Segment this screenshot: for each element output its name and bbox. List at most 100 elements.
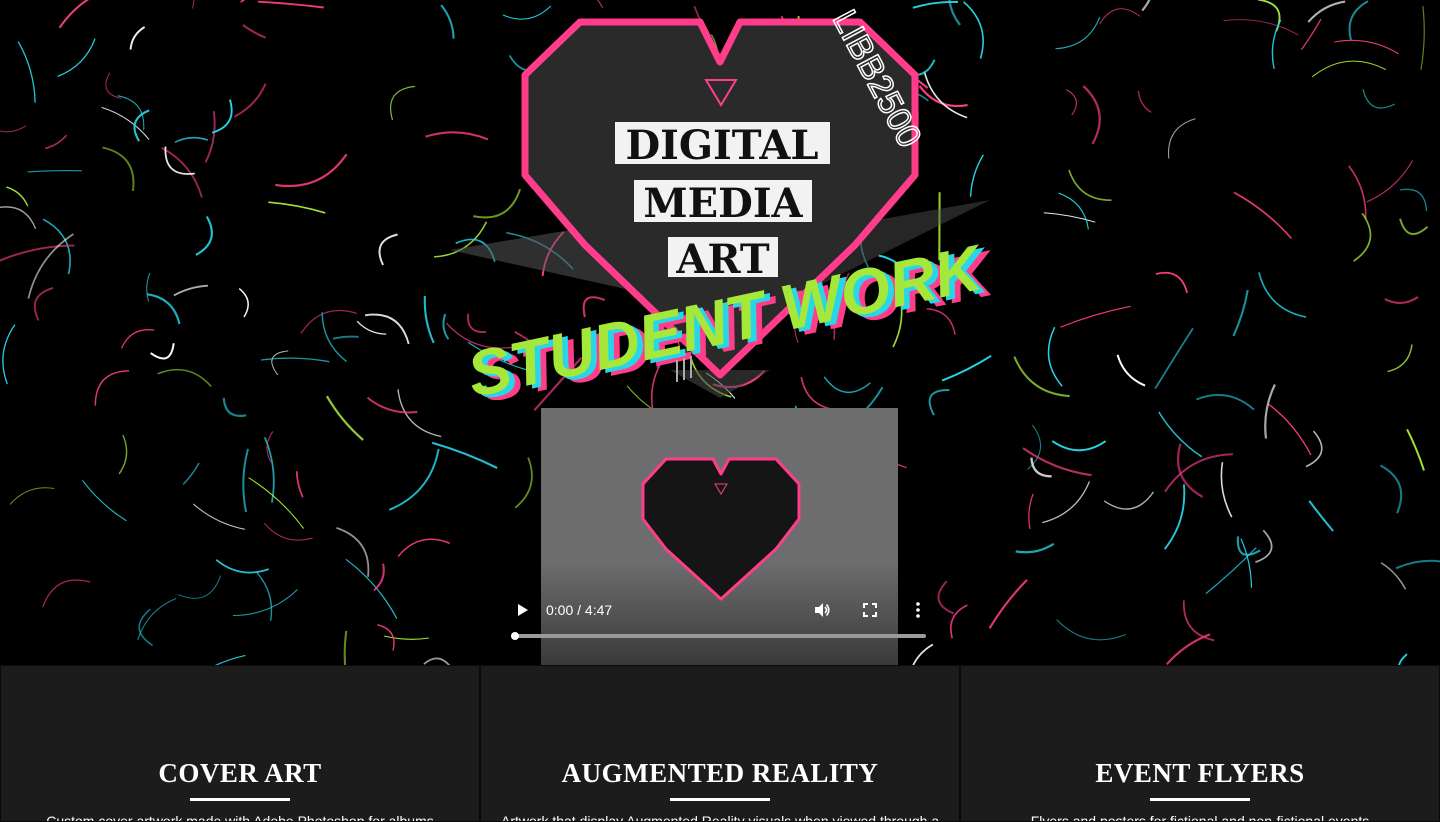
swirl-stroke [216, 560, 269, 573]
course-logo: DIGITAL MEDIA ART LIBB2500 STUDENT WORK … [440, 0, 1000, 400]
card-description: Flyers and posters for fictional and non… [981, 813, 1419, 822]
swirl-stroke [1100, 9, 1140, 24]
swirl-stroke [384, 636, 429, 639]
swirl-stroke [102, 107, 150, 139]
logo-line-digital: DIGITAL [625, 122, 818, 169]
swirl-stroke [1165, 484, 1185, 549]
swirl-stroke [1014, 357, 1069, 397]
swirl-stroke [1407, 429, 1424, 470]
swirl-stroke [951, 605, 968, 638]
play-button[interactable] [510, 598, 534, 622]
swirl-stroke [119, 435, 127, 474]
swirl-stroke [1306, 431, 1322, 467]
swirl-stroke [1138, 91, 1151, 113]
swirl-stroke [118, 96, 144, 130]
swirl-stroke [425, 296, 434, 343]
swirl-stroke [1060, 306, 1130, 327]
swirl-stroke [196, 217, 212, 255]
swirl-stroke [243, 449, 248, 512]
swirl-stroke [122, 330, 155, 349]
volume-icon [813, 601, 831, 619]
swirl-stroke [1258, 0, 1279, 31]
swirl-stroke [0, 126, 26, 132]
swirl-stroke [191, 0, 196, 9]
swirl-stroke [1224, 20, 1299, 36]
swirl-stroke [1056, 17, 1100, 49]
swirl-stroke [261, 358, 330, 362]
swirl-stroke [1363, 89, 1395, 108]
swirl-stroke [1159, 412, 1202, 457]
card-description: Custom cover artwork made with Adobe Pho… [21, 813, 459, 822]
card-description: Artwork that display Augmented Reality v… [501, 813, 939, 822]
swirl-stroke [1059, 193, 1089, 229]
swirl-stroke [45, 135, 66, 148]
card-cover-art[interactable]: COVER ART Custom cover artwork made with… [0, 665, 480, 822]
swirl-stroke [1335, 40, 1399, 53]
swirl-stroke [1104, 492, 1153, 509]
swirl-stroke [1309, 501, 1333, 531]
swirl-stroke [1400, 219, 1427, 234]
more-options-button[interactable] [906, 598, 930, 622]
logo-line-art: ART [675, 236, 770, 283]
card-event-flyers[interactable]: EVENT FLYERS Flyers and posters for fict… [960, 665, 1440, 822]
card-title: EVENT FLYERS [961, 758, 1439, 789]
swirl-stroke [1023, 448, 1092, 475]
swirl-stroke [1155, 328, 1193, 388]
swirl-stroke [357, 321, 386, 334]
swirl-stroke [1044, 213, 1096, 222]
swirl-stroke [301, 310, 357, 333]
swirl-stroke [1354, 213, 1371, 261]
video-player[interactable] [541, 408, 898, 665]
swirl-stroke [1388, 345, 1413, 372]
swirl-stroke [158, 370, 212, 387]
card-augmented-reality[interactable]: AUGMENTED REALITY Artwork that display A… [480, 665, 960, 822]
swirl-stroke [1167, 634, 1210, 664]
swirl-stroke [327, 396, 363, 440]
swirl-stroke [1399, 654, 1407, 665]
swirl-stroke [106, 73, 121, 98]
swirl-stroke [60, 0, 127, 28]
volume-button[interactable] [810, 598, 834, 622]
swirl-stroke [103, 148, 134, 192]
swirl-stroke [0, 245, 75, 261]
swirl-stroke [206, 111, 215, 162]
swirl-stroke [1349, 166, 1366, 219]
swirl-stroke [515, 458, 532, 508]
swirl-stroke [1118, 355, 1146, 386]
swirl-stroke [297, 471, 303, 497]
swirl-stroke [346, 559, 397, 618]
swirl-stroke [234, 84, 265, 117]
swirl-stroke [1048, 327, 1062, 386]
swirl-stroke [1265, 385, 1275, 439]
swirl-stroke [424, 658, 450, 665]
swirl-stroke [264, 523, 312, 540]
fullscreen-button[interactable] [858, 598, 882, 622]
more-vertical-icon [915, 602, 921, 618]
swirl-stroke [268, 202, 325, 213]
progress-knob[interactable] [511, 632, 519, 640]
swirl-stroke [1042, 482, 1089, 523]
swirl-stroke [1083, 86, 1099, 144]
swirl-stroke [1259, 272, 1306, 317]
swirl-stroke [131, 27, 145, 50]
swirl-stroke [82, 480, 126, 521]
swirl-stroke [1272, 20, 1280, 69]
swirl-stroke [243, 25, 266, 38]
video-progress-bar[interactable] [514, 634, 926, 638]
swirl-stroke [1052, 441, 1105, 450]
swirl-stroke [1400, 189, 1426, 211]
swirl-stroke [1156, 273, 1187, 293]
swirl-stroke [233, 590, 298, 616]
video-poster-heart [641, 454, 801, 602]
swirl-stroke [389, 449, 438, 510]
swirl-stroke [1057, 620, 1126, 640]
swirl-stroke [333, 337, 359, 339]
swirl-stroke [249, 478, 304, 529]
swirl-stroke [938, 581, 953, 613]
swirl-stroke [174, 286, 208, 296]
swirl-stroke [1367, 161, 1413, 202]
swirl-stroke [43, 580, 90, 607]
swirl-stroke [178, 576, 220, 599]
fullscreen-icon [862, 602, 878, 618]
swirl-stroke [1269, 404, 1311, 455]
